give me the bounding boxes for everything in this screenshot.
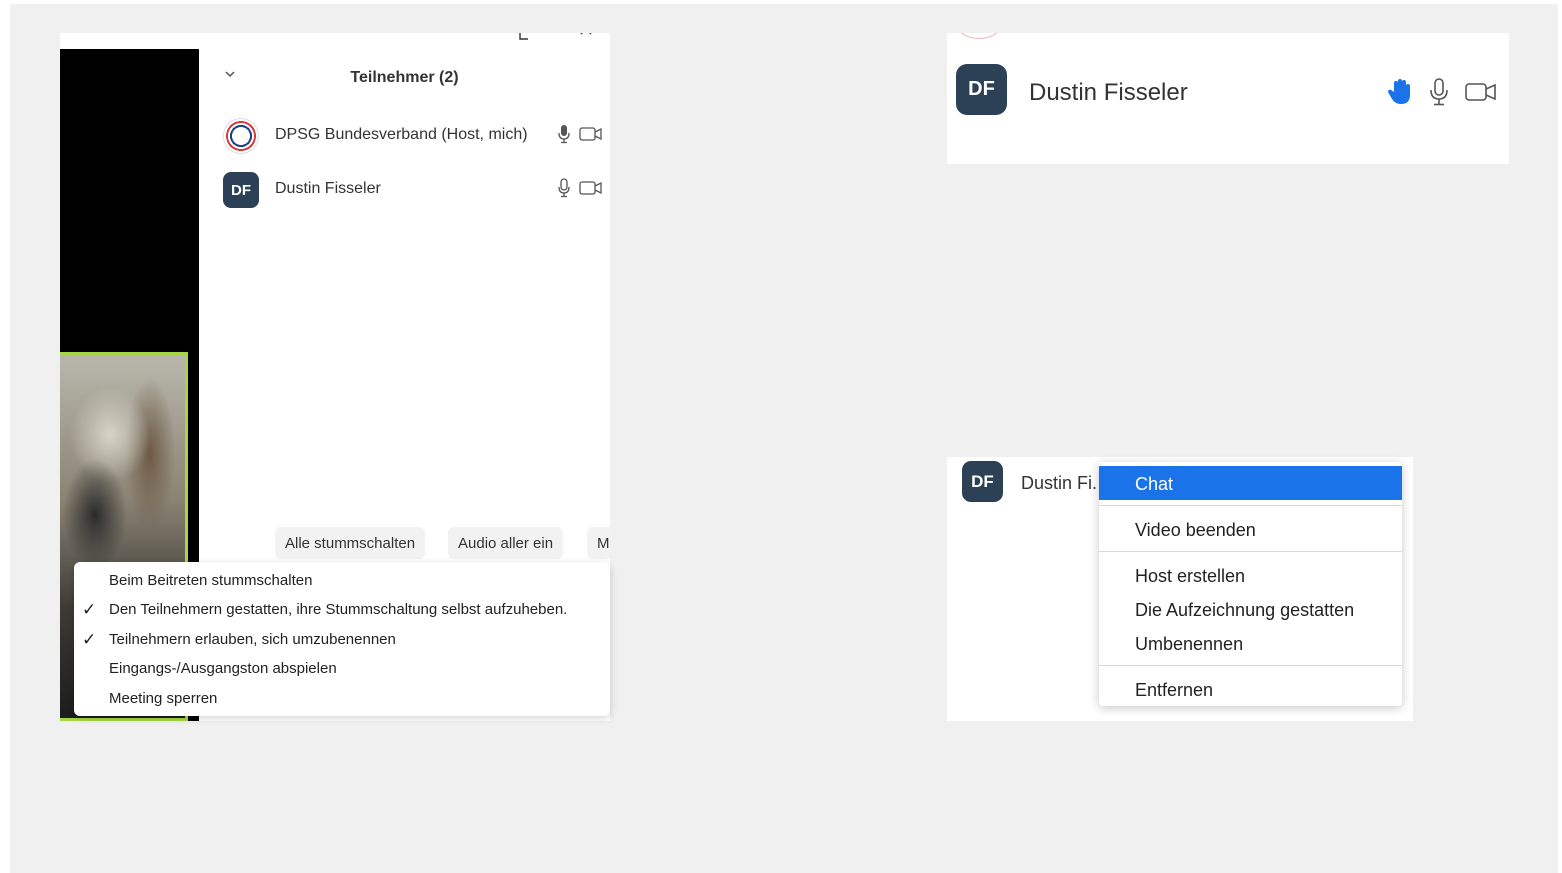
video-off-icon[interactable] — [1465, 81, 1497, 103]
dpsg-logo-partial — [957, 33, 1001, 39]
more-button[interactable]: Mehr — [587, 527, 610, 559]
menu-item-entry-exit-chime[interactable]: Eingangs-/Ausgangston abspielen — [74, 655, 610, 683]
menu-item-allow-unmute[interactable]: ✓ Den Teilnehmern gestatten, ihre Stumms… — [74, 596, 610, 624]
menu-item-stop-video[interactable]: Video beenden — [1099, 512, 1402, 546]
menu-item-label: Die Aufzeichnung gestatten — [1135, 600, 1355, 620]
menu-item-label: Host erstellen — [1135, 566, 1246, 586]
avatar: DF — [223, 172, 259, 208]
avatar: DF — [962, 461, 1003, 502]
mic-icon[interactable] — [557, 124, 571, 144]
zoomed-participant-panel: DF Dustin Fisseler — [947, 33, 1509, 164]
menu-item-allow-record[interactable]: Die Aufzeichnung gestatten — [1099, 592, 1402, 626]
menu-item-lock-meeting[interactable]: Meeting sperren — [74, 685, 610, 713]
menu-divider — [1099, 505, 1402, 506]
menu-item-label: Meeting sperren — [109, 690, 218, 707]
avatar: DF — [956, 64, 1007, 115]
participant-name: Dustin Fisseler — [1029, 79, 1188, 106]
participant-name: Dustin Fi. — [1021, 473, 1098, 493]
video-off-icon[interactable] — [579, 180, 603, 196]
menu-item-label: Eingangs-/Ausgangston abspielen — [109, 660, 337, 677]
menu-item-label: Beim Beitreten stummschalten — [109, 572, 313, 589]
video-off-icon[interactable] — [579, 126, 603, 142]
menu-divider — [1099, 551, 1402, 552]
mic-icon[interactable] — [1429, 77, 1449, 107]
participant-name: Dustin Fisseler — [275, 180, 381, 197]
menu-item-label: Umbenennen — [1135, 634, 1244, 654]
participant-name: DPSG Bundesverband (Host, mich) — [275, 126, 528, 143]
chevron-up-icon[interactable] — [579, 33, 593, 39]
participants-title: Teilnehmer (2) — [350, 69, 459, 86]
popout-icon[interactable] — [519, 33, 531, 41]
more-options-menu: Beim Beitreten stummschalten ✓ Den Teiln… — [74, 562, 610, 716]
menu-item-rename[interactable]: Umbenennen — [1099, 626, 1402, 660]
menu-item-mute-on-entry[interactable]: Beim Beitreten stummschalten — [74, 567, 610, 595]
menu-divider — [1099, 665, 1402, 666]
menu-item-remove[interactable]: Entfernen — [1099, 672, 1402, 706]
menu-item-label: Chat — [1135, 474, 1174, 494]
menu-item-chat[interactable]: Chat — [1099, 466, 1402, 500]
menu-item-allow-rename[interactable]: ✓ Teilnehmern erlauben, sich umzubenenne… — [74, 626, 610, 654]
mute-all-button[interactable]: Alle stummschalten — [275, 527, 426, 559]
menu-item-make-host[interactable]: Host erstellen — [1099, 558, 1402, 592]
participant-row-host[interactable]: DPSG Bundesverband (Host, mich) — [223, 118, 603, 154]
unmute-all-button[interactable]: Audio aller ein — [448, 527, 564, 559]
participant-row-dustin[interactable]: DF Dustin Fisseler — [223, 172, 603, 208]
menu-item-label: Video beenden — [1135, 520, 1256, 540]
more-button-label: Mehr — [597, 534, 610, 552]
participants-header: Teilnehmer (2) — [199, 65, 610, 93]
checkmark-icon: ✓ — [82, 600, 97, 619]
dpsg-logo-avatar — [223, 118, 259, 154]
menu-item-label: Entfernen — [1135, 680, 1214, 700]
checkmark-icon: ✓ — [82, 630, 97, 649]
menu-item-label: Den Teilnehmern gestatten, ihre Stummsch… — [109, 601, 568, 618]
mic-icon[interactable] — [557, 178, 571, 198]
participant-context-menu: Chat Video beenden Host erstellen Die Au… — [1099, 462, 1402, 706]
menu-item-label: Teilnehmern erlauben, sich umzubenennen — [109, 631, 396, 648]
raised-hand-icon[interactable] — [1387, 78, 1413, 106]
